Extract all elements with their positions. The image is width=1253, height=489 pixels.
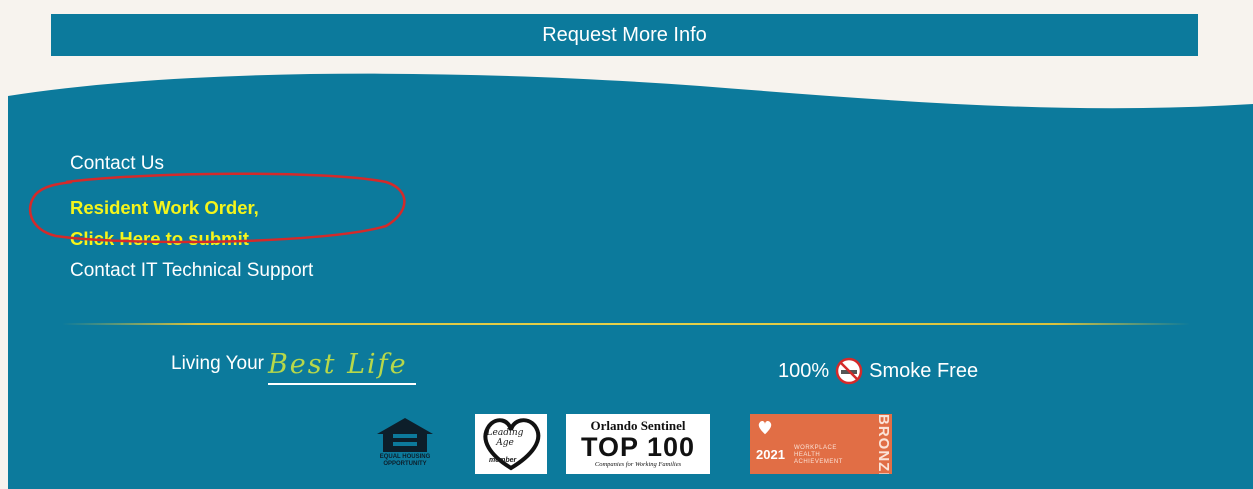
slogan-script: Best Life (267, 349, 416, 385)
eho-label-1: EQUAL HOUSING (379, 454, 431, 460)
orlando-sub: Companies for Working Families (594, 461, 682, 468)
smoke-percent: 100% (778, 359, 830, 382)
bronze-metal: BRONZE (875, 414, 892, 474)
footer-divider (62, 323, 1190, 325)
bronze-line-1: WORKPLACE (794, 445, 837, 451)
orlando-sentinel-badge: Orlando Sentinel TOP 100 Companies for W… (566, 414, 710, 474)
contact-it-support-link[interactable]: Contact IT Technical Support (70, 260, 313, 282)
bronze-year: 2021 (756, 447, 785, 462)
house-icon (377, 418, 433, 452)
leadingage-member: member (489, 457, 517, 464)
work-order-line-2[interactable]: Click Here to submit (70, 223, 259, 254)
leadingage-name: Leading Age (486, 428, 524, 448)
bronze-line-2: HEALTH (794, 452, 821, 458)
bronze-line-3: ACHIEVEMENT (794, 459, 843, 465)
contact-us-link[interactable]: Contact Us (70, 153, 164, 175)
eho-label-2: OPPORTUNITY (383, 461, 427, 467)
workplace-health-badge: 2021 WORKPLACE HEALTH ACHIEVEMENT BRONZE (750, 414, 892, 474)
smoke-free-notice: 100% Smoke Free (778, 357, 978, 385)
no-smoking-icon (835, 357, 863, 385)
heart-torch-icon (758, 421, 772, 435)
living-your-best-life-logo: Living Your Best Life (171, 345, 416, 385)
bronze-text: WORKPLACE HEALTH ACHIEVEMENT (794, 445, 843, 466)
slogan-lead: Living Your (171, 353, 264, 374)
smoke-free-label: Smoke Free (869, 359, 979, 382)
work-order-line-1[interactable]: Resident Work Order, (70, 192, 259, 223)
equal-housing-badge: EQUAL HOUSING OPPORTUNITY (371, 414, 439, 476)
request-more-info-button[interactable]: Request More Info (51, 14, 1198, 56)
resident-work-order-link[interactable]: Resident Work Order, Click Here to submi… (70, 192, 259, 254)
leadingage-badge: Leading Age member (475, 414, 547, 474)
orlando-top: TOP 100 (580, 432, 696, 462)
